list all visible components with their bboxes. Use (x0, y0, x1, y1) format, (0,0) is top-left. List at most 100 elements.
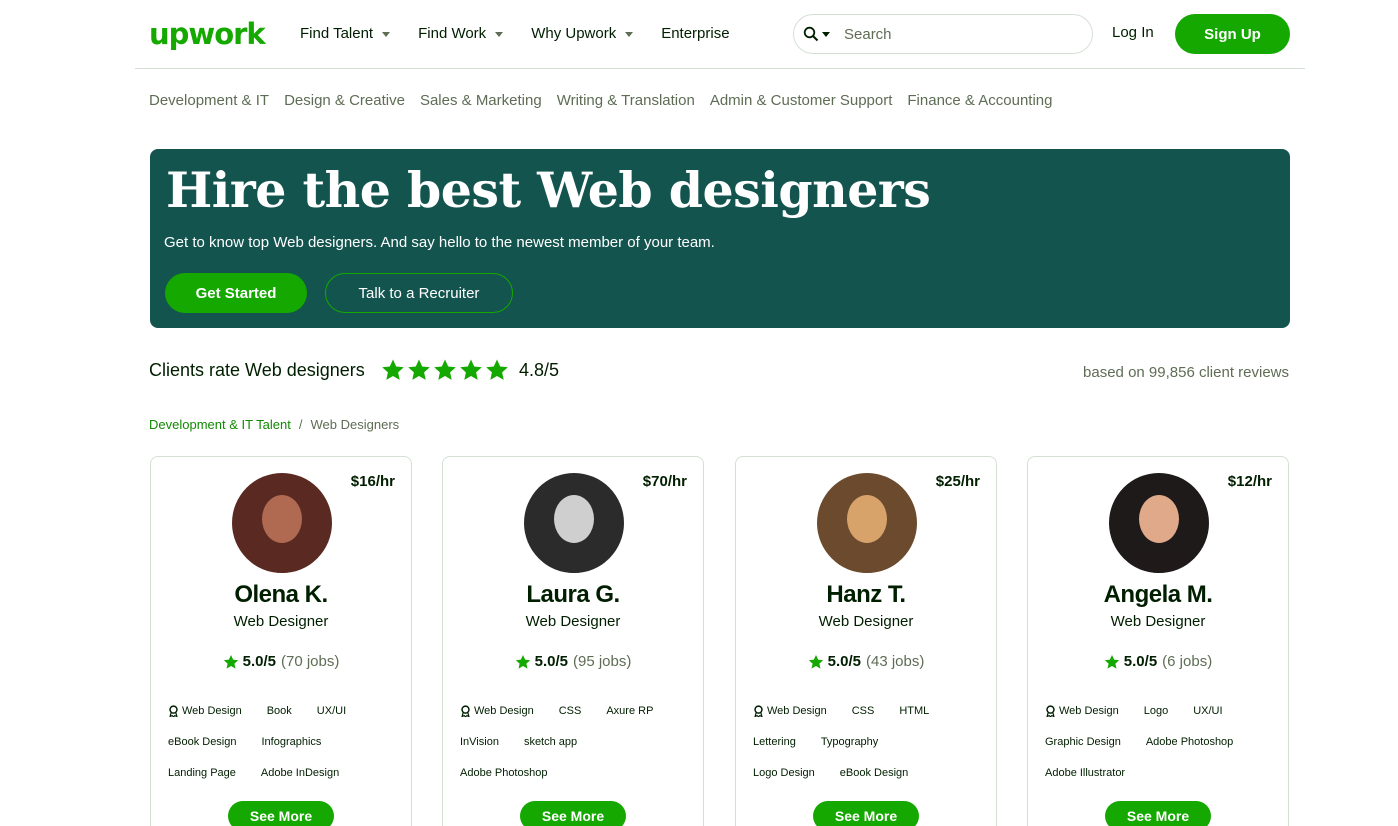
freelancer-title: Web Designer (1110, 613, 1206, 630)
badge-icon (169, 704, 178, 717)
skill-tag[interactable]: Adobe Illustrator (1045, 767, 1125, 779)
freelancer-name[interactable]: Olena K. (151, 581, 411, 609)
category-admin-support[interactable]: Admin & Customer Support (710, 92, 893, 109)
skill-list: Web Design CSS Axure RP InVision sketch app A… (460, 695, 700, 788)
search-input[interactable] (844, 25, 1064, 43)
freelancer-rating: 5.0/5 (6 jobs) (1028, 653, 1288, 670)
hourly-rate: $25/hr (935, 473, 980, 490)
see-more-button[interactable]: See More (813, 801, 919, 826)
skill-row: Adobe Photoshop (460, 757, 700, 788)
freelancer-name[interactable]: Angela M. (1028, 581, 1288, 609)
skill-row: Adobe Illustrator (1045, 757, 1285, 788)
skill-row: Graphic Design Adobe Photoshop (1045, 726, 1285, 757)
chevron-down-icon (495, 31, 504, 37)
freelancer-cards: $16/hr Olena K. Web Designer 5.0/5 (70 jobs)… (150, 456, 1290, 826)
see-more-button[interactable]: See More (228, 801, 334, 826)
see-more-button[interactable]: See More (520, 801, 626, 826)
jobs-count: (95 jobs) (573, 653, 632, 670)
skill-label: Graphic Design (1045, 735, 1121, 748)
skill-tag[interactable]: InVision (460, 736, 499, 748)
nav-why-upwork[interactable]: Why Upwork (531, 22, 634, 44)
skill-tag[interactable]: Axure RP (606, 705, 653, 717)
rating-value: 5.0/5 (242, 653, 276, 670)
freelancer-card[interactable]: $16/hr Olena K. Web Designer 5.0/5 (70 jobs)… (150, 456, 412, 826)
skill-row: Web Design CSS HTML (753, 695, 993, 726)
skill-tag[interactable]: sketch app (524, 736, 577, 748)
star-icon (808, 654, 823, 669)
nav-find-talent[interactable]: Find Talent (300, 22, 391, 44)
category-design-creative[interactable]: Design & Creative (284, 92, 405, 109)
skill-tag[interactable]: Logo (1144, 705, 1168, 717)
skill-tag[interactable]: Lettering (753, 736, 796, 748)
talk-to-recruiter-button[interactable]: Talk to a Recruiter (325, 273, 513, 313)
freelancer-rating: 5.0/5 (70 jobs) (151, 653, 411, 670)
rating-value: 5.0/5 (534, 653, 568, 670)
star-icon (434, 359, 456, 380)
nav-label: Find Work (418, 24, 487, 42)
logo-text: upwork (149, 17, 266, 51)
search-type-caret-icon[interactable] (822, 31, 830, 37)
skill-tag[interactable]: Book (267, 705, 292, 717)
skill-tag[interactable]: HTML (899, 705, 929, 717)
skill-label: CSS (558, 704, 582, 717)
avatar[interactable] (524, 473, 624, 573)
login-link[interactable]: Log In (1112, 24, 1154, 41)
skill-tag[interactable]: Web Design (168, 705, 242, 717)
see-more-button[interactable]: See More (1105, 801, 1211, 826)
skill-row: Landing Page Adobe InDesign (168, 757, 408, 788)
avatar[interactable] (817, 473, 917, 573)
skill-tag[interactable]: eBook Design (168, 736, 237, 748)
skill-tag[interactable]: Adobe Photoshop (1146, 736, 1233, 748)
search-bar[interactable] (793, 14, 1093, 54)
skill-tag[interactable]: Landing Page (168, 767, 236, 779)
avatar[interactable] (232, 473, 332, 573)
skill-label: Adobe Photoshop (460, 766, 548, 779)
upwork-logo[interactable]: upwork (149, 17, 266, 51)
category-writing-translation[interactable]: Writing & Translation (557, 92, 695, 109)
skill-tag[interactable]: Graphic Design (1045, 736, 1121, 748)
badge-icon (754, 704, 763, 717)
skill-tag[interactable]: UX/UI (1193, 705, 1222, 717)
category-sales-marketing[interactable]: Sales & Marketing (420, 92, 542, 109)
skill-tag[interactable]: eBook Design (840, 767, 909, 779)
nav-enterprise[interactable]: Enterprise (661, 22, 729, 44)
avatar[interactable] (1109, 473, 1209, 573)
skill-tag[interactable]: Adobe Photoshop (460, 767, 547, 779)
skill-label: Lettering (753, 735, 796, 748)
freelancer-name[interactable]: Hanz T. (736, 581, 996, 609)
skill-label: Book (266, 704, 292, 717)
search-icon[interactable] (803, 26, 819, 42)
skill-tag[interactable]: Infographics (262, 736, 322, 748)
nav-find-work[interactable]: Find Work (418, 22, 504, 44)
category-development-it[interactable]: Development & IT (149, 92, 269, 109)
skill-row: InVision sketch app (460, 726, 700, 757)
skill-tag[interactable]: Web Design (1045, 705, 1119, 717)
avatar-image (232, 473, 332, 573)
freelancer-rating: 5.0/5 (95 jobs) (443, 653, 703, 670)
breadcrumb-link[interactable]: Development & IT Talent (149, 417, 291, 432)
skill-label: Typography (820, 735, 879, 748)
freelancer-card[interactable]: $25/hr Hanz T. Web Designer 5.0/5 (43 jobs) W… (735, 456, 997, 826)
freelancer-card[interactable]: $12/hr Angela M. Web Designer 5.0/5 (6 jobs)… (1027, 456, 1289, 826)
get-started-button[interactable]: Get Started (165, 273, 307, 313)
skill-row: Logo Design eBook Design (753, 757, 993, 788)
skill-tag[interactable]: Web Design (460, 705, 534, 717)
skill-tag[interactable]: UX/UI (317, 705, 346, 717)
skill-label: Web Design (474, 704, 534, 717)
freelancer-name[interactable]: Laura G. (443, 581, 703, 609)
skill-tag[interactable]: Typography (821, 736, 878, 748)
category-finance-accounting[interactable]: Finance & Accounting (907, 92, 1052, 109)
skill-label: Adobe Illustrator (1045, 766, 1126, 779)
rating-value: 5.0/5 (1123, 653, 1158, 670)
signup-button[interactable]: Sign Up (1175, 14, 1290, 54)
skill-tag[interactable]: Logo Design (753, 767, 815, 779)
breadcrumb-separator: / (298, 417, 303, 432)
skill-row: Lettering Typography (753, 726, 993, 757)
badge-icon (1046, 704, 1055, 717)
skill-tag[interactable]: Web Design (753, 705, 827, 717)
skill-list: Web Design Book UX/UI eBook Design Infograph… (168, 695, 408, 788)
freelancer-card[interactable]: $70/hr Laura G. Web Designer 5.0/5 (95 jobs)… (442, 456, 704, 826)
skill-tag[interactable]: CSS (559, 705, 582, 717)
skill-tag[interactable]: Adobe InDesign (261, 767, 339, 779)
skill-tag[interactable]: CSS (852, 705, 875, 717)
